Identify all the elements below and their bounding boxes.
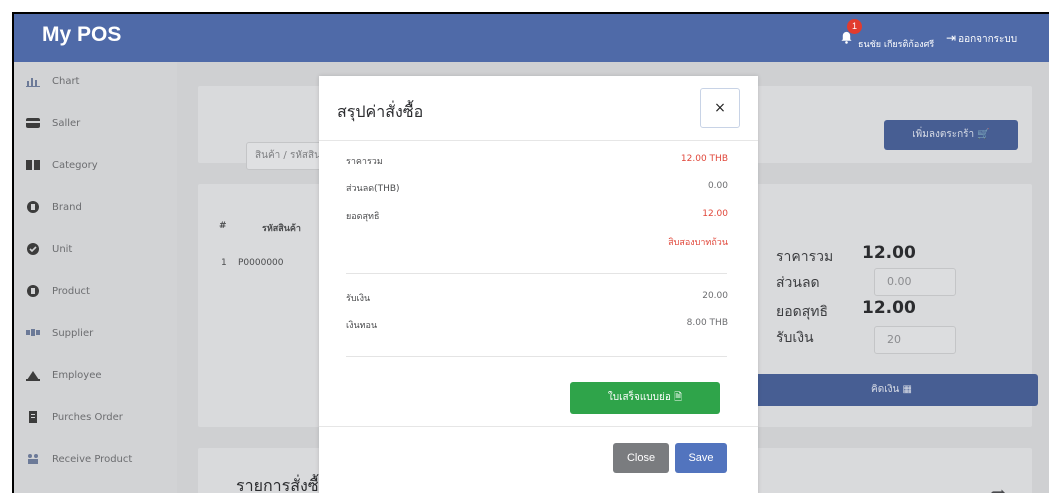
file-icon: 🗎 <box>674 392 683 403</box>
modal-close-x-button[interactable]: × <box>700 88 740 128</box>
sidebar-item-brand[interactable]: Brand <box>14 192 177 222</box>
app-window: My POS 1 ธนชัย เกียรติก้องศรี ⇥ ออกจากระบ… <box>12 12 1049 493</box>
sidebar-item-receive-product[interactable]: Receive Product <box>14 444 177 474</box>
sidebar-item-label: Purches Order <box>52 411 123 423</box>
sidebar-item-category[interactable]: Category <box>14 150 177 180</box>
summary-total-label: ราคารวม <box>776 249 834 265</box>
table-cell-no: 1 <box>221 258 227 268</box>
notification-badge: 1 <box>847 19 862 34</box>
purchase-order-icon <box>26 411 40 423</box>
modal-divider <box>346 356 727 357</box>
summary-discount-label: ส่วนลด <box>776 275 820 291</box>
sidebar-item-label: Brand <box>52 201 82 213</box>
brand-icon <box>26 201 40 213</box>
seller-icon <box>26 117 40 129</box>
sidebar-item-label: Unit <box>52 243 73 255</box>
product-icon <box>26 285 40 297</box>
summary-received-input[interactable]: 20 <box>874 326 956 354</box>
sidebar-item-supplier[interactable]: Supplier <box>14 318 177 348</box>
sidebar-item-label: Receive Product <box>52 453 133 465</box>
short-receipt-button[interactable]: ใบเสร็จแบบย่อ 🗎 <box>570 382 720 414</box>
sidebar-item-purches-order[interactable]: Purches Order <box>14 402 177 432</box>
table-cell-code: P0000000 <box>238 258 284 268</box>
table-header-no: # <box>219 221 227 231</box>
modal-total-value: 12.00 THB <box>680 154 728 164</box>
modal-change-value: 8.00 THB <box>686 318 728 328</box>
pay-label: คิดเงิน <box>871 384 900 395</box>
modal-net-text: สิบสองบาทถ้วน <box>668 238 728 248</box>
add-to-cart-button[interactable]: เพิ่มลงตระกร้า 🛒 <box>884 120 1018 150</box>
share-icon[interactable]: ➦ <box>990 481 1007 493</box>
summary-net-label: ยอดสุทธิ <box>776 304 829 320</box>
sidebar-item-chart[interactable]: Chart <box>14 66 177 96</box>
unit-icon <box>26 243 40 255</box>
sidebar-item-label: Saller <box>52 117 81 129</box>
save-button[interactable]: Save <box>675 443 727 473</box>
modal-received-value: 20.00 <box>702 291 728 301</box>
pay-button[interactable]: คิดเงิน ▦ <box>745 374 1038 406</box>
table-header-code: รหัสสินค้า <box>262 224 301 234</box>
logout-label: ออกจากระบบ <box>958 34 1018 45</box>
modal-title: สรุปค่าสั่งซื้อ <box>337 102 424 121</box>
modal-net-value: 12.00 <box>702 209 728 219</box>
employee-icon <box>26 369 40 381</box>
receive-product-icon <box>26 453 40 465</box>
sidebar-item-label: Supplier <box>52 327 94 339</box>
modal-discount-label: ส่วนลด(THB) <box>346 184 400 194</box>
modal-footer-divider <box>319 426 758 427</box>
sidebar-item-product[interactable]: Product <box>14 276 177 306</box>
cart-icon: 🛒 <box>977 129 990 140</box>
modal-received-label: รับเงิน <box>346 294 371 304</box>
modal-divider <box>346 273 727 274</box>
calculator-icon: ▦ <box>902 384 912 395</box>
modal-total-label: ราคารวม <box>346 157 383 167</box>
summary-discount-input[interactable]: 0.00 <box>874 268 956 296</box>
sidebar-item-label: Employee <box>52 369 102 381</box>
order-summary-modal: สรุปค่าสั่งซื้อ × ราคารวม 12.00 THB ส่วน… <box>319 76 758 493</box>
summary-total-value: 12.00 <box>862 243 916 263</box>
logout-icon: ⇥ <box>946 31 957 45</box>
supplier-icon <box>26 327 40 339</box>
top-navbar: My POS 1 ธนชัย เกียรติก้องศรี ⇥ ออกจากระบ… <box>14 14 1049 62</box>
modal-change-label: เงินทอน <box>346 321 378 331</box>
sidebar-item-employee[interactable]: Employee <box>14 360 177 390</box>
summary-received-label: รับเงิน <box>776 330 814 346</box>
modal-net-label: ยอดสุทธิ <box>346 212 380 222</box>
short-receipt-label: ใบเสร็จแบบย่อ <box>607 392 671 403</box>
sidebar-item-saller[interactable]: Saller <box>14 108 177 138</box>
category-icon <box>26 159 40 171</box>
user-name[interactable]: ธนชัย เกียรติก้องศรี <box>858 37 934 51</box>
brand-logo[interactable]: My POS <box>42 23 121 47</box>
modal-header-divider <box>319 140 758 141</box>
chart-icon <box>26 75 40 87</box>
sidebar-item-unit[interactable]: Unit <box>14 234 177 264</box>
sidebar-item-label: Chart <box>52 75 80 87</box>
add-to-cart-label: เพิ่มลงตระกร้า <box>912 129 975 140</box>
logout-link[interactable]: ⇥ ออกจากระบบ <box>946 31 1017 47</box>
modal-discount-value: 0.00 <box>707 181 728 191</box>
sidebar: Chart Saller Category Brand Unit Product… <box>14 62 177 493</box>
summary-net-value: 12.00 <box>862 298 916 318</box>
close-button[interactable]: Close <box>613 443 669 473</box>
sidebar-item-label: Product <box>52 285 90 297</box>
order-list-title: รายการสั่งซื้อ <box>236 476 329 493</box>
sidebar-item-label: Category <box>52 159 98 171</box>
